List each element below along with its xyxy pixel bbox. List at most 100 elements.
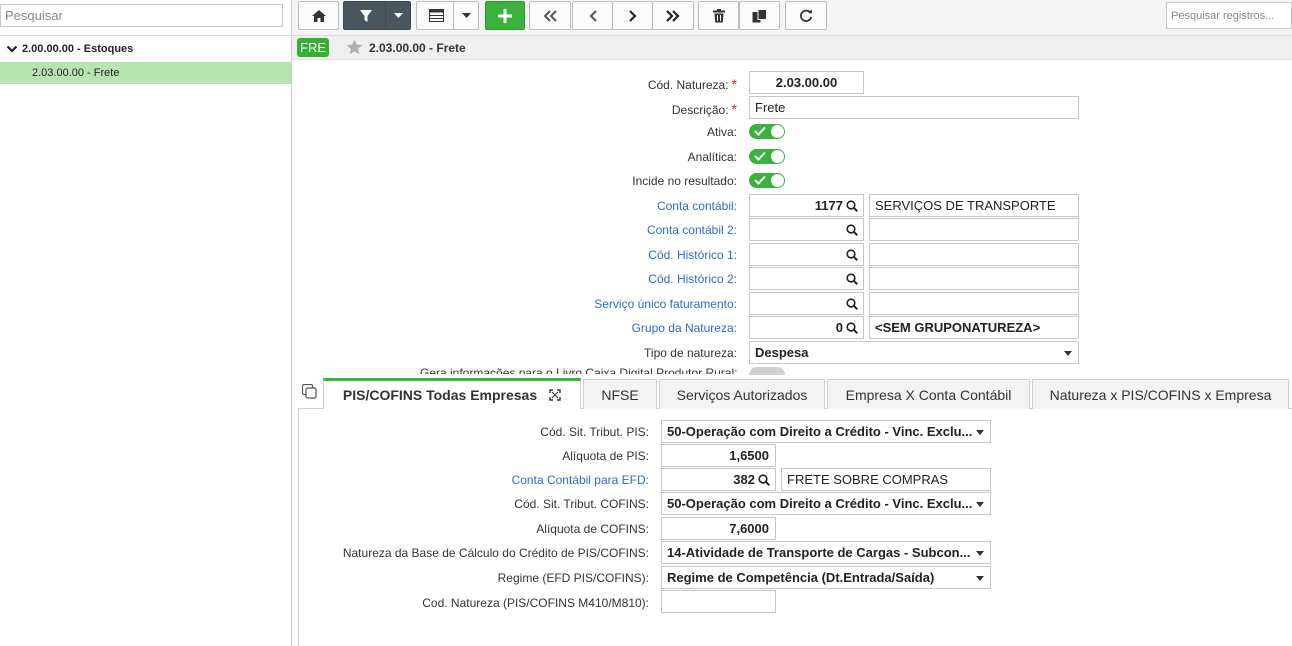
tab-empresa-conta-contabil[interactable]: Empresa X Conta Contábil — [827, 379, 1030, 409]
cod-historico-1-label[interactable]: Cód. Histórico 1: — [648, 248, 737, 262]
search-icon[interactable] — [846, 272, 858, 285]
search-icon[interactable] — [846, 321, 858, 334]
table-icon — [428, 9, 444, 22]
servico-unico-desc-field — [869, 292, 1079, 315]
regime-label: Regime (EFD PIS/COFINS): — [497, 571, 649, 585]
home-icon — [311, 9, 326, 22]
search-icon[interactable] — [758, 473, 770, 486]
search-icon[interactable] — [846, 223, 858, 236]
cst-pis-value: 50-Operação com Direito a Crédito - Vinc… — [667, 424, 973, 439]
cst-pis-select[interactable]: 50-Operação com Direito a Crédito - Vinc… — [661, 420, 991, 443]
conta-efd-desc-field: FRETE SOBRE COMPRAS — [781, 468, 991, 491]
servico-unico-label[interactable]: Serviço único faturamento: — [594, 297, 737, 311]
tab-panel — [298, 408, 1292, 646]
refresh-button[interactable] — [785, 1, 827, 30]
descricao-field[interactable]: Frete — [749, 96, 1079, 119]
duplicate-icon[interactable] — [302, 384, 317, 399]
cod-natureza-label: Cód. Natureza: * — [647, 76, 737, 92]
cod-natureza-pc-field[interactable] — [661, 590, 776, 613]
incide-resultado-label: Incide no resultado: — [632, 174, 737, 188]
grupo-natureza-code-field[interactable]: 0 — [749, 316, 864, 339]
grupo-natureza-label[interactable]: Grupo da Natureza: — [632, 321, 737, 335]
regime-select[interactable]: Regime de Competência (Dt.Entrada/Saída) — [661, 566, 991, 589]
check-icon — [754, 151, 766, 161]
tab-nfse[interactable]: NFSE — [583, 379, 657, 409]
grid-view-dropdown-button[interactable] — [453, 1, 479, 30]
check-icon — [754, 126, 766, 136]
search-icon[interactable] — [846, 248, 858, 261]
copy-button[interactable] — [739, 1, 780, 30]
servico-unico-code-field[interactable] — [749, 292, 864, 315]
analitica-toggle[interactable] — [749, 149, 785, 164]
tab-pis-cofins-todas-empresas[interactable]: PIS/COFINS Todas Empresas — [323, 378, 581, 409]
divider — [0, 35, 292, 36]
conta-efd-label[interactable]: Conta Contábil para EFD: — [512, 473, 649, 487]
trash-icon — [712, 8, 725, 22]
toolbar — [292, 0, 1292, 36]
previous-record-button[interactable] — [572, 1, 613, 30]
caret-down-icon — [976, 430, 984, 435]
cst-cofins-value: 50-Operação com Direito a Crédito - Vinc… — [667, 496, 973, 511]
conta-contabil-desc-field: SERVIÇOS DE TRANSPORTE — [869, 194, 1079, 217]
tab-natureza-pis-cofins-empresa[interactable]: Natureza x PIS/COFINS x Empresa — [1032, 379, 1289, 409]
aliquota-pis-label: Alíquota de PIS: — [562, 449, 649, 463]
search-icon[interactable] — [846, 199, 858, 212]
aliquota-pis-field[interactable]: 1,6500 — [661, 444, 776, 467]
caret-down-icon — [461, 12, 471, 18]
conta-contabil-2-label[interactable]: Conta contábil 2: — [647, 223, 737, 237]
check-icon — [754, 175, 766, 185]
descricao-label: Descrição: * — [671, 101, 737, 117]
conta-efd-code: 382 — [733, 472, 755, 487]
cod-historico-1-code-field[interactable] — [749, 243, 864, 266]
conta-contabil-code-field[interactable]: 1177 — [749, 194, 864, 217]
caret-down-icon — [976, 502, 984, 507]
cod-natureza-field[interactable]: 2.03.00.00 — [749, 71, 864, 94]
analitica-label: Analítica: — [687, 150, 737, 164]
filter-dropdown-button[interactable] — [385, 1, 411, 30]
filter-icon — [360, 9, 372, 22]
incide-resultado-toggle[interactable] — [749, 173, 785, 188]
chevron-left-icon — [589, 9, 597, 22]
cod-historico-2-label[interactable]: Cód. Histórico 2: — [648, 272, 737, 286]
search-records-input[interactable] — [1166, 2, 1292, 29]
aliquota-cofins-field[interactable]: 7,6000 — [661, 517, 776, 540]
tree-node-frete[interactable]: 2.03.00.00 - Frete — [0, 62, 291, 84]
home-button[interactable] — [298, 1, 339, 30]
cst-cofins-label: Cód. Sit. Tribut. COFINS: — [514, 497, 649, 511]
aliquota-cofins-label: Alíquota de COFINS: — [536, 522, 649, 536]
tree-node-estoques[interactable]: 2.00.00.00 - Estoques — [6, 41, 133, 57]
tab-servicos-autorizados[interactable]: Serviços Autorizados — [659, 379, 825, 409]
record-title-bar: FRE 2.03.00.00 - Frete — [292, 36, 1292, 60]
last-record-button[interactable] — [652, 1, 694, 30]
star-icon[interactable] — [346, 39, 363, 55]
natureza-base-select[interactable]: 14-Atividade de Transporte de Cargas - S… — [661, 541, 991, 564]
first-record-button[interactable] — [529, 1, 571, 30]
conta-contabil-label[interactable]: Conta contábil: — [657, 199, 737, 213]
conta-efd-code-field[interactable]: 382 — [661, 468, 776, 491]
chevron-right-icon — [628, 9, 637, 22]
tipo-natureza-select[interactable]: Despesa — [749, 341, 1079, 364]
cst-cofins-select[interactable]: 50-Operação com Direito a Crédito - Vinc… — [661, 492, 991, 515]
cst-pis-label: Cód. Sit. Tribut. PIS: — [540, 425, 649, 439]
conta-contabil-2-code-field[interactable] — [749, 218, 864, 241]
tree-search-input[interactable] — [0, 4, 283, 27]
livro-caixa-toggle[interactable] — [749, 367, 785, 375]
grupo-natureza-code: 0 — [835, 320, 843, 335]
delete-button[interactable] — [698, 1, 739, 30]
cod-historico-2-code-field[interactable] — [749, 267, 864, 290]
ativa-toggle[interactable] — [749, 124, 785, 139]
grupo-natureza-desc-field: <SEM GRUPONATUREZA> — [869, 316, 1079, 339]
expand-icon[interactable] — [549, 389, 561, 401]
left-panel: 2.00.00.00 - Estoques 2.03.00.00 - Frete — [0, 0, 292, 646]
grid-view-button[interactable] — [416, 1, 456, 30]
refresh-icon — [800, 9, 813, 22]
next-record-button[interactable] — [612, 1, 653, 30]
caret-down-icon — [1064, 351, 1072, 356]
chevron-down-icon[interactable] — [6, 43, 18, 55]
add-button[interactable] — [485, 1, 525, 30]
natureza-base-value: 14-Atividade de Transporte de Cargas - S… — [667, 545, 971, 560]
filter-button[interactable] — [343, 1, 389, 30]
conta-contabil-2-desc-field — [869, 218, 1079, 241]
search-icon[interactable] — [846, 297, 858, 310]
cod-historico-2-desc-field — [869, 267, 1079, 290]
